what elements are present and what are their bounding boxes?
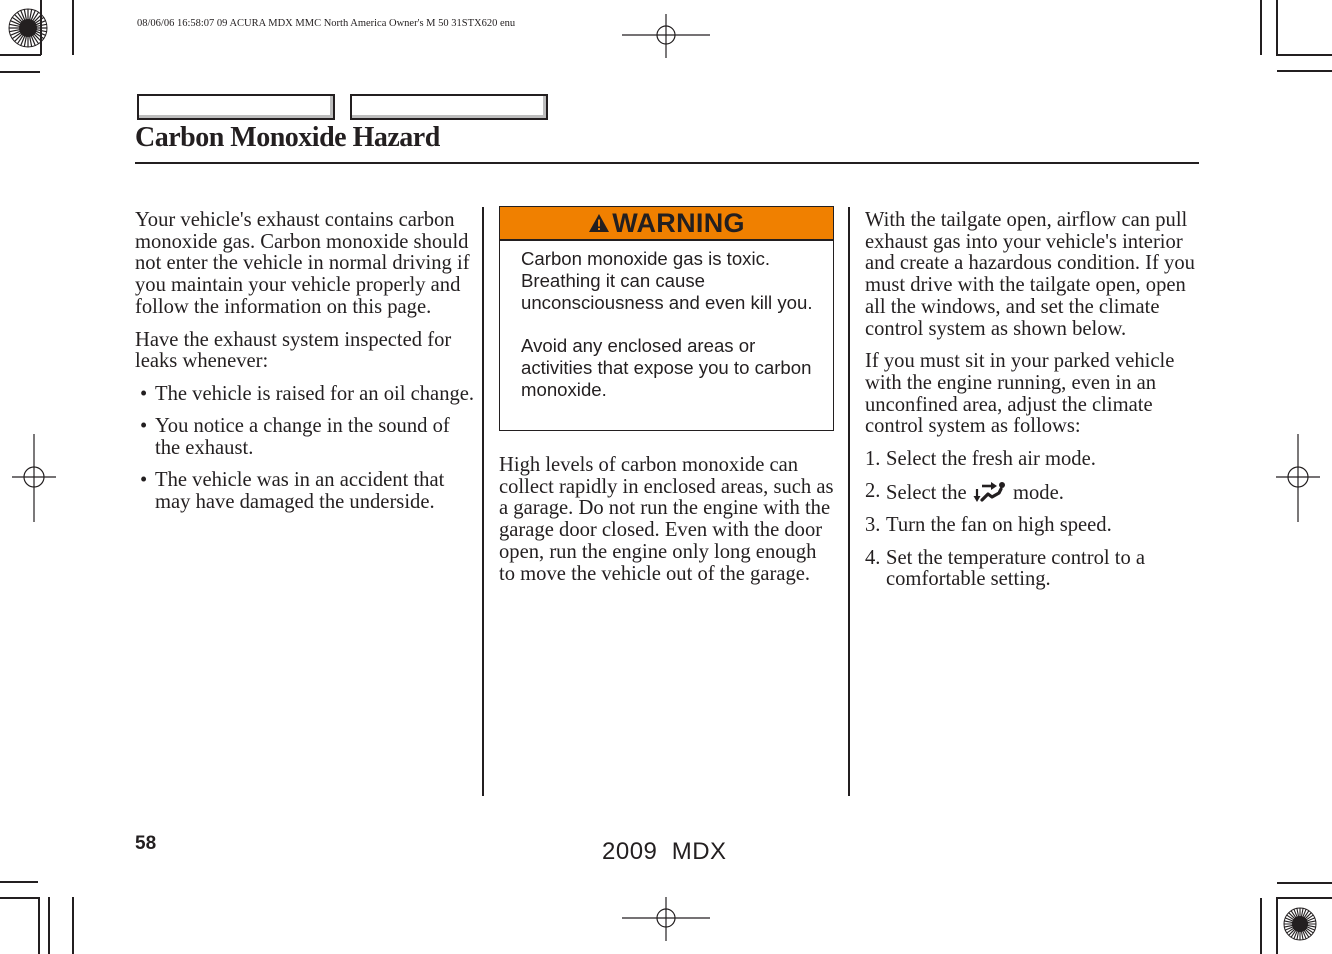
crop-mark [0, 54, 41, 56]
crop-mark [1277, 882, 1332, 884]
crosshair-icon [622, 897, 710, 941]
crop-mark [72, 0, 74, 55]
step-item: 1. Select the fresh air mode. [865, 448, 1201, 471]
column-divider [482, 207, 484, 796]
crop-mark [1276, 898, 1278, 954]
warning-title: WARNING [612, 207, 745, 238]
step-number: 3. [865, 514, 881, 537]
list-item-text: You notice a change in the sound of the … [155, 415, 450, 459]
crop-mark [1277, 70, 1332, 72]
crop-mark [0, 897, 39, 899]
step-item: 3. Turn the fan on high speed. [865, 515, 1201, 537]
step-text: Select the [886, 482, 967, 505]
step-number: 2. [865, 480, 881, 503]
crop-mark [0, 71, 40, 73]
step-item: 4. Set the temperature control to a comf… [865, 546, 1201, 591]
bullet-icon: • [140, 415, 148, 438]
crop-mark [0, 881, 38, 883]
paragraph: Have the exhaust system inspected for le… [135, 328, 452, 373]
step-item: 2. Select the mode. [865, 481, 1201, 505]
crop-mark [48, 897, 50, 954]
step-text: Turn the fan on high speed. [886, 514, 1112, 537]
right-column: With the tailgate open, airflow can pull… [865, 209, 1201, 602]
warning-paragraph: Avoid any enclosed areas or activities t… [521, 335, 812, 400]
step-text: mode. [1012, 482, 1064, 505]
list-item: • The vehicle was in an accident that ma… [135, 469, 475, 513]
page-number: 58 [135, 833, 157, 854]
crop-mark [1276, 897, 1332, 899]
section-tab-1[interactable] [137, 94, 335, 120]
crop-mark [72, 897, 74, 954]
list-item: • The vehicle is raised for an oil chang… [135, 382, 475, 406]
step-text: Select the fresh air mode. [886, 448, 1096, 471]
crop-mark [1276, 54, 1332, 56]
paragraph: High levels of carbon monoxide can colle… [499, 454, 834, 585]
middle-column: High levels of carbon monoxide can colle… [499, 454, 835, 596]
page-title: Carbon Monoxide Hazard [135, 122, 440, 153]
list-item-text: The vehicle was in an accident that may … [155, 469, 445, 513]
crop-mark [1276, 0, 1278, 55]
step-number: 4. [865, 546, 881, 569]
warning-paragraph: Carbon monoxide gas is toxic. Breathing … [521, 248, 813, 313]
step-number: 1. [865, 448, 881, 471]
step-text: Set the temperature control to a comfort… [886, 546, 1146, 591]
crosshair-icon [622, 14, 710, 58]
list-item: • You notice a change in the sound of th… [135, 415, 475, 459]
warning-header: WARNING [500, 207, 833, 241]
crop-mark [40, 0, 42, 55]
print-slug: 08/06/06 16:58:07 09 ACURA MDX MMC North… [137, 18, 516, 29]
warning-box: WARNING Carbon monoxide gas is toxic. Br… [499, 206, 834, 431]
column-divider [848, 207, 850, 796]
section-tab-2[interactable] [350, 94, 548, 120]
paragraph: Your vehicle's exhaust contains carbon m… [135, 209, 470, 318]
paragraph: With the tailgate open, airflow can pull… [865, 209, 1195, 340]
crosshair-icon [12, 434, 56, 522]
list-item-text: The vehicle is raised for an oil change. [155, 382, 475, 405]
crop-mark [1260, 0, 1262, 55]
model-label: 2009 MDX [602, 838, 727, 865]
crop-mark [1260, 898, 1262, 954]
title-divider [135, 162, 1199, 164]
floor-defrost-mode-icon [973, 482, 1005, 503]
warning-body: Carbon monoxide gas is toxic. Breathing … [521, 248, 821, 423]
crosshair-icon [1276, 434, 1320, 522]
left-column: Your vehicle's exhaust contains carbon m… [135, 209, 475, 524]
crop-mark [38, 897, 40, 954]
registration-target-icon [1283, 907, 1317, 941]
bullet-icon: • [140, 382, 148, 405]
warning-triangle-icon [589, 214, 610, 232]
bullet-icon: • [140, 469, 148, 492]
paragraph: If you must sit in your parked vehicle w… [865, 350, 1175, 438]
registration-target-icon [8, 8, 48, 48]
